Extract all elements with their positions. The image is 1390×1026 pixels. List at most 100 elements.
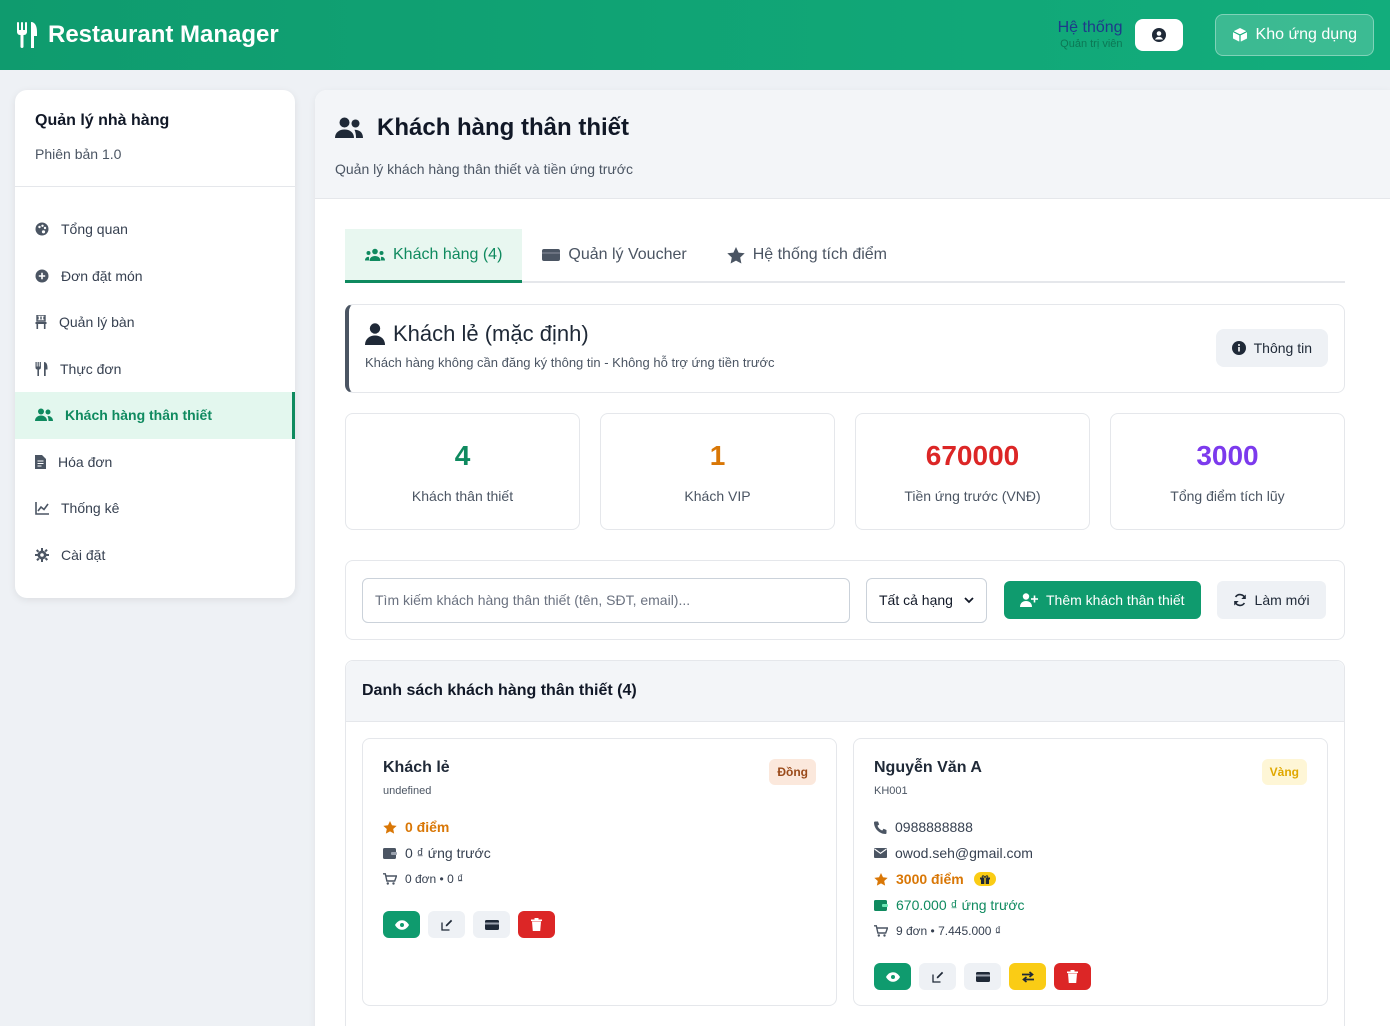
brand[interactable]: Restaurant Manager: [16, 21, 279, 49]
tab-customers[interactable]: Khách hàng (4): [345, 229, 523, 283]
deposit-value: 670.000 ₫ ứng trước: [896, 897, 1025, 913]
sidebar-item-statistics[interactable]: Thống kê: [15, 485, 295, 532]
card-actions: [874, 963, 1307, 990]
system-title: Hệ thống: [1057, 19, 1123, 36]
page-subtitle: Quản lý khách hàng thân thiết và tiền ứn…: [335, 161, 633, 177]
delete-button[interactable]: [1054, 963, 1091, 990]
star-icon: [727, 246, 745, 263]
sidebar-item-label: Đơn đặt món: [61, 267, 143, 284]
page-header: Khách hàng thân thiết Quản lý khách hàng…: [315, 90, 1390, 199]
delete-button[interactable]: [518, 911, 555, 938]
email-value: owod.seh@gmail.com: [895, 845, 1033, 861]
filter-toolbar: Tất cả hạng Thêm khách thân thiết Làm mớ…: [345, 560, 1345, 640]
file-invoice-icon: [35, 454, 46, 469]
sidebar-item-label: Hóa đơn: [58, 453, 113, 470]
plus-circle-icon: [35, 269, 49, 283]
customer-card: Khách lẻ undefined Đồng 0 điểm 0 ₫ ứng t…: [362, 738, 837, 1006]
tab-label: Quản lý Voucher: [568, 246, 687, 263]
tier-filter-select[interactable]: Tất cả hạng: [866, 577, 987, 623]
sidebar-item-tables[interactable]: Quản lý bàn: [15, 299, 295, 346]
envelope-icon: [874, 848, 887, 858]
info-button-label: Thông tin: [1253, 340, 1312, 356]
main-panel: Khách hàng thân thiết Quản lý khách hàng…: [315, 90, 1390, 1026]
gift-badge[interactable]: [973, 872, 996, 886]
sidebar-item-settings[interactable]: Cài đặt: [15, 532, 295, 579]
sidebar-item-label: Quản lý bàn: [59, 314, 135, 331]
loyal-customer-list: Danh sách khách hàng thân thiết (4) Khác…: [345, 660, 1345, 1026]
box-icon: [1232, 28, 1247, 42]
stat-card-loyal: 4 Khách thân thiết: [345, 413, 580, 530]
deposit-value: 0 ₫ ứng trước: [405, 845, 491, 861]
refresh-button[interactable]: Làm mới: [1216, 581, 1326, 619]
stat-card-deposit: 670000 Tiền ứng trước (VNĐ): [855, 413, 1090, 530]
chevron-down-icon: [964, 596, 974, 603]
walk-in-customer-card: Khách lẻ (mặc định) Khách hàng không cần…: [345, 304, 1345, 393]
stat-value: 4: [454, 440, 471, 471]
deposit-row: 670.000 ₫ ứng trước: [874, 897, 1307, 913]
system-label: Hệ thống Quản trị viên: [1058, 20, 1123, 50]
deposit-card-button[interactable]: [473, 911, 510, 938]
orders-row: 0 đơn • 0 ₫: [383, 871, 816, 887]
tab-label: Hệ thống tích điểm: [752, 246, 887, 263]
credit-card-icon: [484, 919, 499, 930]
exchange-icon: [1021, 970, 1034, 983]
stats-row: 4 Khách thân thiết 1 Khách VIP 670000 Ti…: [345, 413, 1345, 530]
user-plus-icon: [1020, 593, 1038, 607]
customer-code: KH001: [874, 785, 908, 797]
sidebar-item-menu[interactable]: Thực đơn: [15, 346, 295, 393]
customer-name: Nguyễn Văn A: [874, 759, 982, 776]
sidebar-item-label: Thống kê: [61, 500, 120, 517]
app-store-button[interactable]: Kho ứng dụng: [1214, 14, 1374, 56]
wallet-icon: [383, 848, 397, 859]
edit-button[interactable]: [428, 911, 465, 938]
tier-badge: Vàng: [1261, 759, 1307, 785]
refresh-icon: [1233, 593, 1246, 607]
utensils-icon: [17, 22, 37, 48]
tier-badge: Đồng: [769, 759, 816, 785]
top-bar: Restaurant Manager Hệ thống Quản trị viê…: [0, 0, 1390, 70]
edit-button[interactable]: [919, 963, 956, 990]
add-loyal-customer-button[interactable]: Thêm khách thân thiết: [1004, 581, 1201, 619]
sidebar-item-label: Thực đơn: [60, 360, 122, 377]
chair-icon: [35, 315, 47, 330]
points-value: 3000 điểm: [896, 871, 964, 887]
phone-icon: [874, 821, 887, 834]
customer-name: Khách lẻ: [383, 759, 450, 776]
sidebar-item-orders[interactable]: Đơn đặt món: [15, 253, 295, 300]
stat-label: Khách VIP: [684, 488, 751, 504]
phone-row: 0988888888: [874, 819, 1307, 835]
sidebar-item-label: Cài đặt: [61, 546, 106, 563]
page-title-text: Khách hàng thân thiết: [377, 114, 629, 141]
sidebar-item-overview[interactable]: Tổng quan: [15, 206, 295, 253]
list-title: Danh sách khách hàng thân thiết (4): [346, 661, 1344, 722]
search-input[interactable]: [362, 577, 850, 623]
eye-icon: [394, 919, 409, 930]
tab-bar: Khách hàng (4) Quản lý Voucher Hệ thống …: [345, 229, 1345, 283]
info-button[interactable]: Thông tin: [1215, 329, 1328, 367]
brand-name: Restaurant Manager: [48, 21, 279, 48]
tab-points-system[interactable]: Hệ thống tích điểm: [707, 229, 907, 281]
stat-card-vip: 1 Khách VIP: [600, 413, 835, 530]
stat-label: Khách thân thiết: [411, 488, 514, 504]
refresh-label: Làm mới: [1254, 592, 1310, 608]
sidebar-item-loyal-customers[interactable]: Khách hàng thân thiết: [15, 392, 295, 439]
stat-label: Tổng điểm tích lũy: [1170, 488, 1285, 504]
sidebar-item-invoices[interactable]: Hóa đơn: [15, 439, 295, 486]
user-menu-button[interactable]: [1134, 19, 1183, 51]
points-row: 0 điểm: [383, 819, 816, 835]
tab-label: Khách hàng (4): [393, 245, 503, 263]
sidebar-title: Quản lý nhà hàng: [35, 112, 170, 129]
sidebar-nav: Tổng quan Đơn đặt món Quản lý bàn Thực đ…: [15, 187, 295, 578]
system-subtitle: Quản trị viên: [1060, 38, 1123, 50]
shopping-cart-icon: [383, 873, 397, 885]
deposit-card-button[interactable]: [964, 963, 1001, 990]
utensils-icon: [35, 361, 48, 376]
users-icon: [335, 117, 363, 138]
transfer-button[interactable]: [1009, 963, 1046, 990]
gift-icon: [979, 874, 990, 884]
tab-vouchers[interactable]: Quản lý Voucher: [522, 229, 706, 281]
view-button[interactable]: [874, 963, 911, 990]
user-circle-icon: [1151, 28, 1166, 42]
stat-value: 1: [709, 440, 726, 471]
view-button[interactable]: [383, 911, 420, 938]
